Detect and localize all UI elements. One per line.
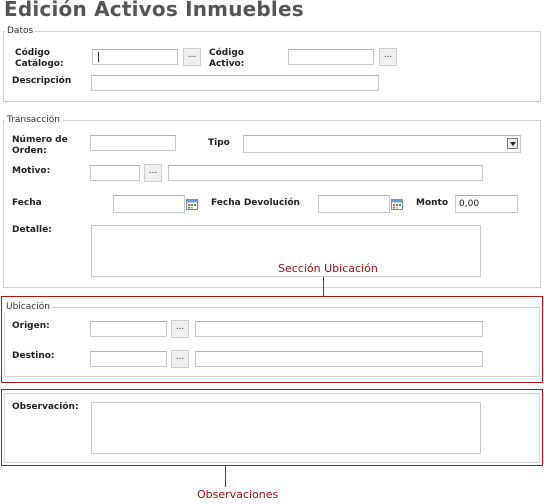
codigo-activo-lookup-button[interactable]: ... [379,48,397,66]
fecha-devolucion-input[interactable] [318,195,390,213]
destino-lookup-button[interactable]: ... [171,350,189,368]
origen-desc-input[interactable] [195,321,483,337]
fecha-input[interactable] [113,195,185,213]
tipo-label: Tipo [208,138,230,148]
seccion-ubicacion-pointer [323,277,324,297]
detalle-label: Detalle: [12,225,52,235]
dropdown-arrow-icon[interactable] [507,138,518,149]
origen-label: Origen: [12,321,50,331]
codigo-catalogo-label: Código Catálogo: [15,48,64,69]
descripcion-input[interactable] [91,75,379,91]
observacion-label: Observación: [12,402,79,412]
motivo-desc-input[interactable] [168,165,483,181]
observaciones-pointer [225,466,226,487]
destino-label: Destino: [12,351,55,361]
codigo-catalogo-input[interactable] [92,49,178,65]
numero-orden-input[interactable] [90,135,176,151]
descripcion-label: Descripción [12,76,72,86]
codigo-catalogo-lookup-button[interactable]: ... [183,48,201,66]
motivo-lookup-button[interactable]: ... [144,164,162,182]
numero-orden-label: Número de Orden: [12,135,68,156]
destino-desc-input[interactable] [195,351,483,367]
seccion-ubicacion-annotation: Sección Ubicación [278,262,378,275]
calendar-icon[interactable] [391,198,403,210]
fecha-devolucion-label: Fecha Devolución [211,198,300,208]
monto-input[interactable]: 0,00 [455,195,518,213]
tipo-select[interactable] [243,135,521,153]
observacion-textarea[interactable] [91,402,481,454]
fecha-label: Fecha [12,198,42,208]
codigo-activo-input[interactable] [288,49,374,65]
observaciones-annotation: Observaciones [197,488,279,501]
origen-code-input[interactable] [90,321,167,337]
datos-legend: Datos [5,26,36,36]
codigo-activo-label: Código Activo: [209,48,245,69]
transaccion-legend: Transacción [5,115,62,125]
page-title: Edición Activos Inmuebles [4,0,304,21]
motivo-label: Motivo: [12,166,51,176]
datos-fieldset [3,31,541,102]
monto-label: Monto [416,198,449,208]
motivo-code-input[interactable] [90,165,140,181]
origen-lookup-button[interactable]: ... [171,320,189,338]
ubicacion-legend: Ubicación [4,302,52,312]
calendar-icon[interactable] [186,198,198,210]
destino-code-input[interactable] [90,351,167,367]
